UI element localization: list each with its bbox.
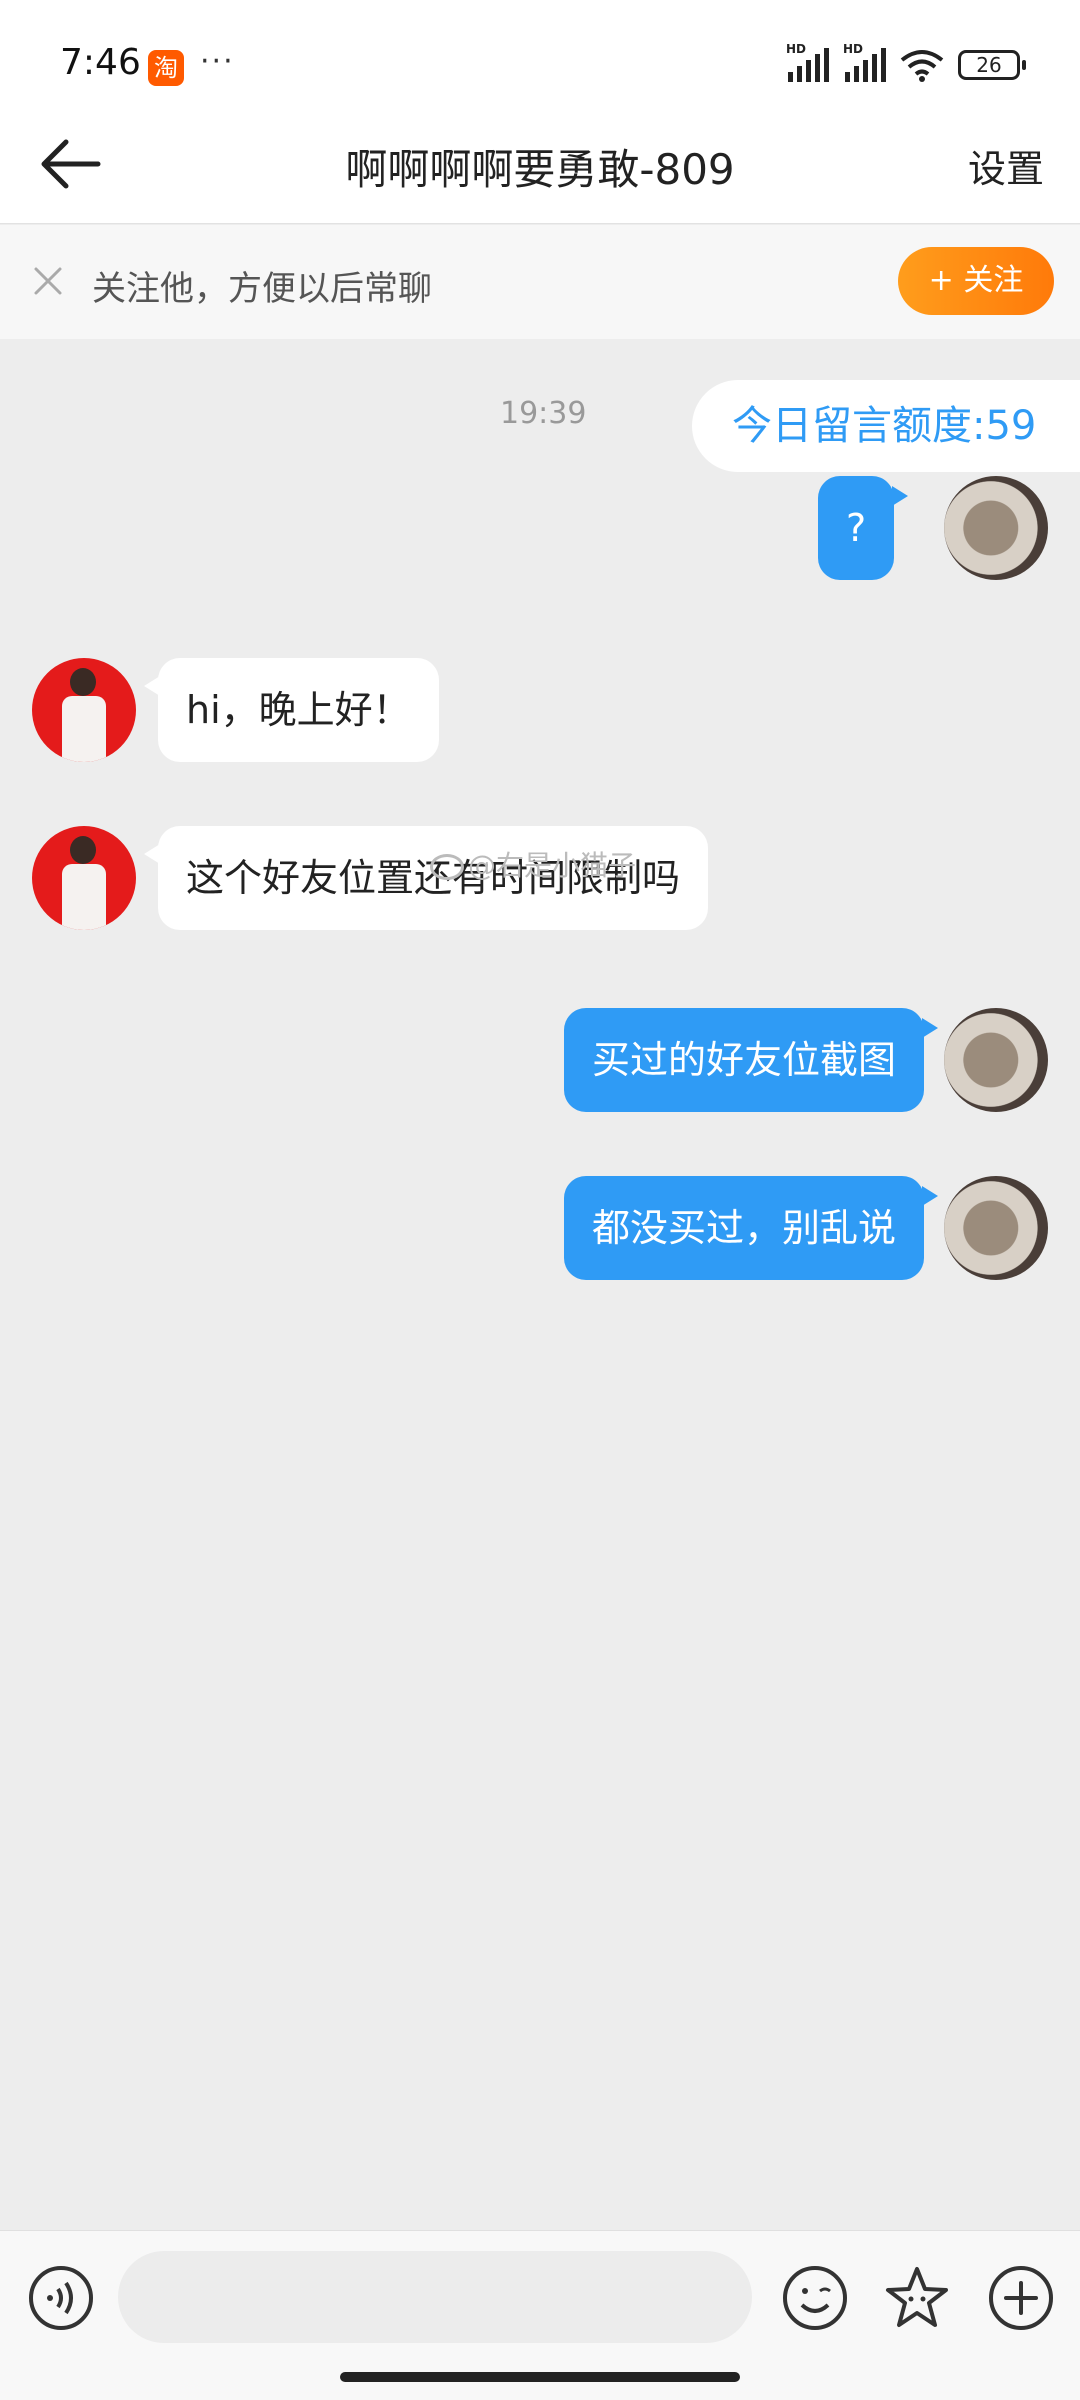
- close-icon[interactable]: [28, 261, 68, 301]
- message-bubble-outgoing[interactable]: 买过的好友位截图: [563, 1008, 939, 1112]
- my-avatar[interactable]: [944, 1176, 1048, 1280]
- voice-icon[interactable]: [26, 2263, 96, 2333]
- home-indicator[interactable]: [340, 2372, 740, 2382]
- my-avatar[interactable]: [944, 476, 1048, 580]
- weibo-icon: [430, 854, 464, 880]
- chat-header: 啊啊啊啊要勇敢-809 设置: [0, 110, 1080, 224]
- battery-icon: 26: [958, 50, 1026, 80]
- contact-avatar[interactable]: [32, 826, 136, 930]
- cell-signal-2-icon: HD: [843, 42, 886, 82]
- message-bubble-incoming[interactable]: hi，晚上好！: [144, 658, 439, 762]
- follow-prompt-text: 关注他，方便以后常聊: [92, 269, 432, 309]
- contact-avatar[interactable]: [32, 658, 136, 762]
- more-notifications-icon: ···: [200, 44, 235, 79]
- message-timestamp: 19:39: [500, 396, 587, 431]
- message-input[interactable]: [118, 2251, 752, 2343]
- emoji-icon[interactable]: [780, 2263, 850, 2333]
- follow-banner: 关注他，方便以后常聊 + 关注: [0, 225, 1080, 339]
- plus-icon[interactable]: [986, 2263, 1056, 2333]
- my-avatar[interactable]: [944, 1008, 1048, 1112]
- taobao-notification-icon: 淘: [148, 50, 184, 86]
- chat-messages[interactable]: 19:39 今日留言额度:59 ? hi，晚上好！ 这个好友位置还有时间限制吗 …: [0, 340, 1080, 2230]
- weibo-watermark: @右是小猫子: [430, 844, 636, 884]
- message-bubble-outgoing[interactable]: 都没买过，别乱说: [563, 1176, 939, 1280]
- settings-button[interactable]: 设置: [968, 138, 1044, 193]
- back-button[interactable]: [36, 134, 106, 194]
- star-sticker-icon[interactable]: [882, 2263, 952, 2333]
- follow-button[interactable]: + 关注: [898, 247, 1054, 315]
- message-quota-badge: 今日留言额度:59: [692, 380, 1080, 472]
- page-title: 啊啊啊啊要勇敢-809: [345, 145, 735, 194]
- cell-signal-1-icon: HD: [786, 42, 829, 82]
- message-bubble-outgoing[interactable]: ?: [818, 476, 909, 580]
- wifi-icon: [900, 50, 944, 82]
- status-time: 7:46: [60, 42, 141, 83]
